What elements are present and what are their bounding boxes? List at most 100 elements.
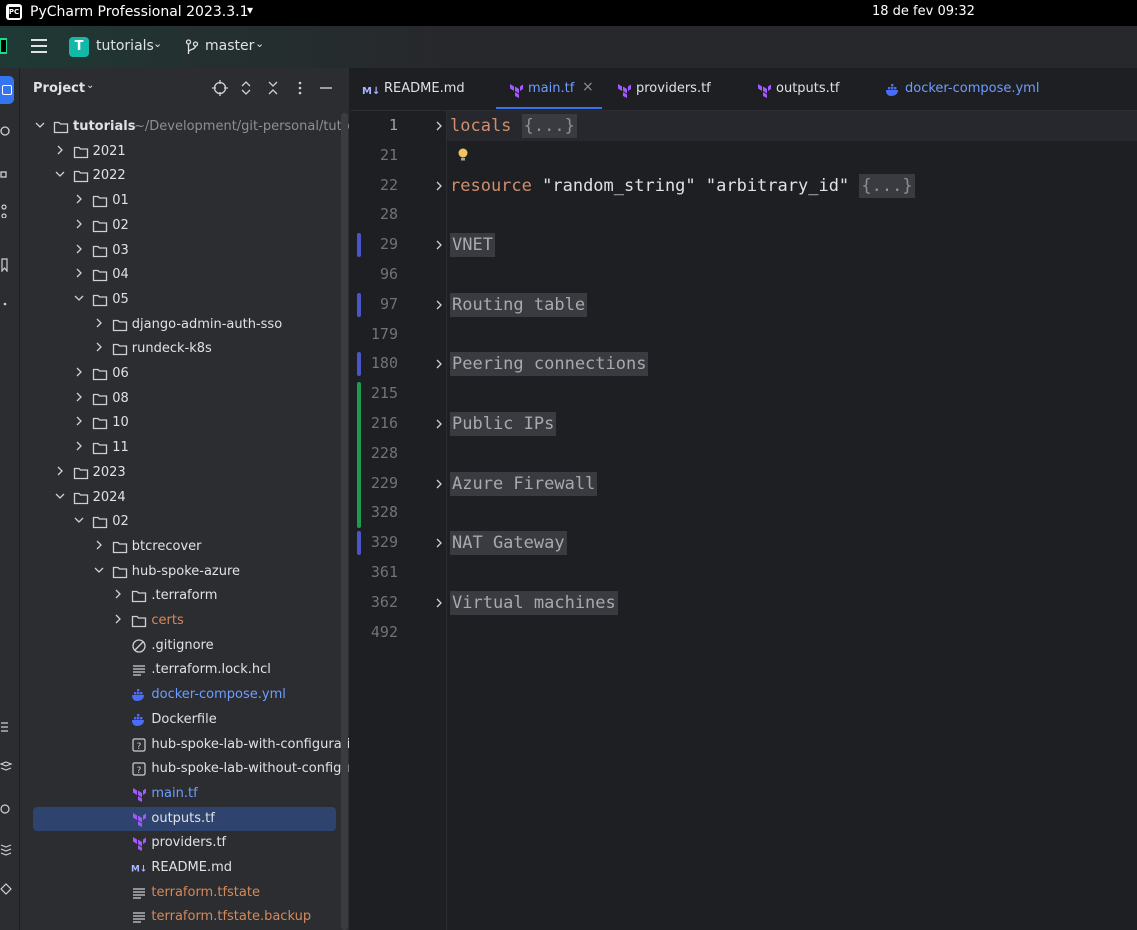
tree-folder-row[interactable]: 06 <box>20 362 342 386</box>
vcs-added-marker[interactable] <box>357 382 361 529</box>
folded-region-label[interactable]: Public IPs <box>450 412 557 436</box>
fold-expand-icon[interactable] <box>434 359 444 369</box>
folded-block-placeholder[interactable]: {...} <box>521 114 577 138</box>
tree-folder-row[interactable]: 01 <box>20 189 342 213</box>
code-line[interactable]: VNET <box>450 230 495 260</box>
folded-region-label[interactable]: Routing table <box>450 292 588 317</box>
tree-folder-row[interactable]: 05 <box>20 288 342 312</box>
tree-file-row[interactable]: ? hub-spoke-lab-with-configuration <box>20 733 349 757</box>
tree-folder-row[interactable]: hub-spoke-azure <box>20 560 342 584</box>
vcs-branch-selector[interactable]: master <box>205 38 254 54</box>
project-badge[interactable]: T <box>69 37 89 57</box>
layers-icon[interactable] <box>0 760 14 774</box>
structure-tool-icon[interactable] <box>0 168 14 182</box>
vcs-modified-marker[interactable] <box>357 233 361 258</box>
chevron-right-icon[interactable] <box>94 540 104 550</box>
vcs-modified-marker[interactable] <box>357 531 361 556</box>
chevron-down-icon[interactable] <box>55 169 65 179</box>
tree-file-row[interactable]: Dockerfile <box>20 708 342 732</box>
vcs-modified-marker[interactable] <box>357 352 361 377</box>
folded-region-label[interactable]: Virtual machines <box>450 590 618 615</box>
editor-gutter[interactable]: 1 21 22 28 29 96 97 179 180 215 216 228 229 328 329 361… <box>350 111 447 930</box>
folded-region-label[interactable]: VNET <box>450 233 495 258</box>
expand-all-icon[interactable] <box>238 80 254 96</box>
chevron-right-icon[interactable] <box>74 268 84 278</box>
fold-expand-icon[interactable] <box>434 598 444 608</box>
folded-region-label[interactable]: Azure Firewall <box>450 471 598 496</box>
project-tree-scrollbar[interactable] <box>341 113 348 930</box>
chevron-down-icon[interactable] <box>74 515 84 525</box>
fold-expand-icon[interactable] <box>434 181 444 191</box>
tree-file-row[interactable]: docker-compose.yml <box>20 683 342 707</box>
tree-file-row[interactable]: outputs.tf <box>33 806 336 831</box>
chevron-down-icon[interactable]: ▾ <box>247 3 253 17</box>
folded-region-label[interactable]: Peering connections <box>450 352 649 377</box>
chevron-right-icon[interactable] <box>74 367 84 377</box>
services-stack-icon[interactable] <box>0 842 14 856</box>
collapse-all-icon[interactable] <box>265 80 281 96</box>
tree-folder-row[interactable]: certs <box>20 609 342 633</box>
python-packages-icon[interactable] <box>0 802 14 816</box>
code-line[interactable]: Routing table <box>450 290 588 320</box>
fold-expand-icon[interactable] <box>434 300 444 310</box>
chevron-down-icon[interactable]: ⌄ <box>255 37 264 50</box>
fold-expand-icon[interactable] <box>434 121 444 131</box>
pycharm-app-icon[interactable]: PC <box>6 4 22 20</box>
os-clock[interactable]: 18 de fev 09:32 <box>872 4 975 19</box>
tree-folder-row[interactable]: 2021 <box>20 140 342 164</box>
chevron-down-icon[interactable] <box>55 491 65 501</box>
chevron-down-icon[interactable]: ⌄ <box>153 37 162 50</box>
folded-region-label[interactable]: NAT Gateway <box>450 531 567 556</box>
chevron-down-icon[interactable] <box>35 120 45 130</box>
chevron-down-icon[interactable] <box>74 293 84 303</box>
tree-folder-row[interactable]: 10 <box>20 411 342 435</box>
tree-folder-row[interactable]: rundeck-k8s <box>20 337 342 361</box>
chevron-down-icon[interactable] <box>94 565 104 575</box>
tree-folder-row[interactable]: 08 <box>20 387 342 411</box>
tree-file-row[interactable]: terraform.tfstate <box>20 881 342 905</box>
chevron-right-icon[interactable] <box>55 466 65 476</box>
fold-expand-icon[interactable] <box>434 419 444 429</box>
chevron-right-icon[interactable] <box>74 219 84 229</box>
intention-bulb-icon[interactable] <box>457 147 469 163</box>
chevron-right-icon[interactable] <box>94 318 104 328</box>
tree-file-row[interactable]: .gitignore <box>20 634 342 658</box>
tree-folder-row[interactable]: .terraform <box>20 584 342 608</box>
main-menu-icon[interactable] <box>31 39 47 53</box>
terminal-icon[interactable] <box>0 882 14 896</box>
chevron-right-icon[interactable] <box>113 614 123 624</box>
commit-tool-icon[interactable] <box>0 124 14 138</box>
panel-title[interactable]: Project <box>33 81 85 96</box>
close-tab-icon[interactable]: × <box>582 79 594 95</box>
tree-folder-row[interactable]: 04 <box>20 263 342 287</box>
more-tools-icon[interactable] <box>0 296 14 310</box>
tree-folder-row[interactable]: 02 <box>20 510 342 534</box>
more-options-icon[interactable] <box>292 80 308 96</box>
tree-file-row[interactable]: providers.tf <box>20 831 342 855</box>
project-tool-icon[interactable] <box>0 76 14 104</box>
tree-folder-row[interactable]: 2024 <box>20 486 342 510</box>
code-line[interactable]: locals {...} <box>450 111 577 141</box>
tree-folder-row[interactable]: 2023 <box>20 461 342 485</box>
bookmarks-icon[interactable] <box>0 258 14 272</box>
project-selector[interactable]: tutorials <box>96 38 154 54</box>
tree-folder-row[interactable]: django-admin-auth-sso <box>20 313 342 337</box>
vcs-modified-marker[interactable] <box>357 292 361 317</box>
todo-icon[interactable] <box>0 720 14 734</box>
chevron-right-icon[interactable] <box>74 392 84 402</box>
tree-file-row[interactable]: M↓ README.md <box>20 856 342 880</box>
chevron-right-icon[interactable] <box>74 244 84 254</box>
code-line[interactable]: resource "random_string" "arbitrary_id" … <box>450 171 915 201</box>
minimize-icon[interactable] <box>318 80 334 96</box>
code-line[interactable]: NAT Gateway <box>450 528 567 558</box>
code-editor[interactable]: 1 21 22 28 29 96 97 179 180 215 216 228 229 328 329 361… <box>350 111 1137 930</box>
tree-folder-row[interactable]: 11 <box>20 436 342 460</box>
tree-folder-row[interactable]: 2022 <box>20 164 342 188</box>
chevron-right-icon[interactable] <box>113 589 123 599</box>
chevron-right-icon[interactable] <box>94 342 104 352</box>
os-app-name[interactable]: PyCharm Professional 2023.3.1 <box>30 4 248 20</box>
pull-requests-icon[interactable] <box>0 204 14 218</box>
tree-file-row[interactable]: terraform.tfstate.backup <box>20 905 342 929</box>
code-line[interactable]: Public IPs <box>450 409 557 439</box>
tree-folder-row[interactable]: tutorials ~/Development/git-personal/tuto… <box>20 115 349 139</box>
